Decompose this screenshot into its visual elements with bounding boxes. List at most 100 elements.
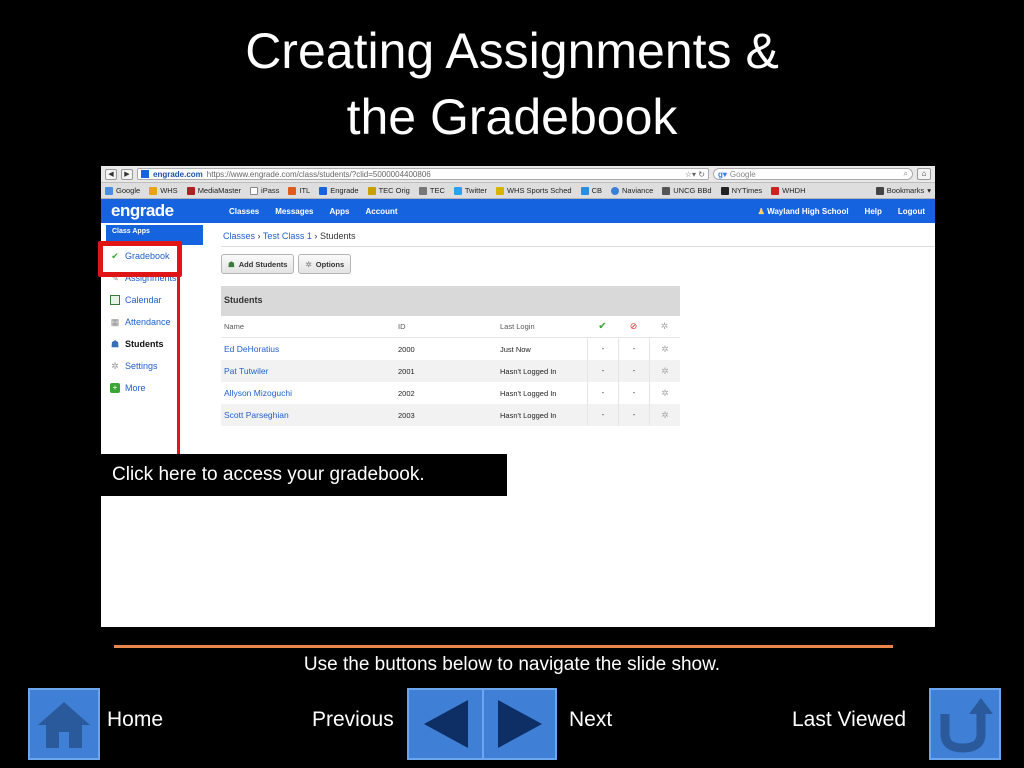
bookmark-item[interactable]: TEC — [418, 186, 445, 195]
engrade-header-right: ♟ Wayland High School Help Logout — [758, 207, 935, 216]
nav-messages[interactable]: Messages — [275, 207, 313, 216]
student-name-link[interactable]: Allyson Mizoguchi — [221, 388, 395, 398]
bookmarks-bar: Google WHS MediaMaster iPass ITL Engrade… — [101, 183, 935, 199]
row-gear-icon[interactable]: ✲ — [649, 382, 680, 404]
help-link[interactable]: Help — [865, 207, 882, 216]
breadcrumb-classes[interactable]: Classes — [223, 231, 255, 241]
gradebook-callout: Click here to access your gradebook. — [101, 454, 507, 496]
gear-icon: ✲ — [660, 321, 669, 331]
bookmark-icon — [771, 186, 780, 195]
bookmark-icon — [495, 186, 504, 195]
bookmarks-menu[interactable]: Bookmarks ▾ — [875, 186, 931, 195]
table-row: Ed DeHoratius 2000 Just Now - - ✲ — [221, 338, 680, 360]
bookmark-item[interactable]: WHS Sports Sched — [495, 186, 572, 195]
search-placeholder: Google — [729, 169, 756, 179]
engrade-logo[interactable]: engrade — [101, 201, 211, 221]
sidebar-item-students[interactable]: ☗ Students — [101, 333, 205, 355]
back-button[interactable]: ◀ — [105, 168, 117, 180]
row-gear-icon[interactable]: ✲ — [649, 338, 680, 360]
last-login: Hasn't Logged In — [500, 388, 557, 398]
breadcrumb: Classes › Test Class 1 › Students — [221, 225, 935, 247]
col-name[interactable]: Name — [221, 322, 395, 331]
engrade-nav: Classes Messages Apps Account — [211, 207, 398, 216]
bookmark-item[interactable]: Twitter — [453, 186, 487, 195]
student-name-link[interactable]: Scott Parseghian — [221, 410, 395, 420]
bookmark-item[interactable]: UNCG BBd — [662, 186, 712, 195]
bookmark-icon — [610, 186, 619, 195]
bookmark-icon — [186, 186, 195, 195]
bookmark-item[interactable]: WHDH — [771, 186, 806, 195]
col-last-login[interactable]: Last Login — [497, 322, 587, 331]
bookmark-item[interactable]: WHS — [149, 186, 178, 195]
status-b: - — [618, 382, 649, 404]
toolbar: ☗ Add Students ✲ Options — [221, 254, 935, 274]
previous-button[interactable] — [409, 690, 482, 758]
last-login: Just Now — [500, 344, 531, 354]
status-b: - — [618, 338, 649, 360]
bookmark-item[interactable]: iPass — [250, 186, 279, 195]
bookmark-icon — [662, 186, 671, 195]
magnifier-icon[interactable]: ⌕ — [904, 169, 908, 179]
student-name-link[interactable]: Ed DeHoratius — [221, 344, 395, 354]
sidebar-item-label: Attendance — [125, 317, 171, 327]
bookmark-item[interactable]: Naviance — [610, 186, 653, 195]
check-icon: ✔ — [598, 321, 607, 332]
add-user-icon: ☗ — [228, 259, 235, 269]
previous-label[interactable]: Previous — [312, 706, 394, 734]
home-label[interactable]: Home — [107, 706, 163, 734]
bookmark-item[interactable]: Engrade — [319, 186, 359, 195]
student-name-link[interactable]: Pat Tutwiler — [221, 366, 395, 376]
school-icon: ♟ — [757, 206, 765, 216]
student-id: 2002 — [398, 388, 415, 398]
bookmark-item[interactable]: ITL — [288, 186, 310, 195]
table-title: Students — [221, 286, 680, 316]
status-a: - — [587, 382, 618, 404]
search-input[interactable]: g▾ Google ⌕ — [713, 168, 913, 180]
col-id[interactable]: ID — [395, 322, 497, 331]
options-button[interactable]: ✲ Options — [298, 254, 352, 274]
browser-home-icon[interactable]: ⌂ — [917, 168, 931, 180]
gear-icon: ✲ — [305, 259, 312, 269]
bookmark-icon — [418, 186, 427, 195]
add-students-button[interactable]: ☗ Add Students — [221, 254, 295, 274]
table-row: Allyson Mizoguchi 2002 Hasn't Logged In … — [221, 382, 680, 404]
bookmark-item[interactable]: Google — [105, 186, 140, 195]
nav-apps[interactable]: Apps — [330, 207, 350, 216]
bookmark-icon — [580, 186, 589, 195]
site-favicon-icon — [141, 170, 149, 178]
nav-account[interactable]: Account — [366, 207, 398, 216]
sidebar-item-attendance[interactable]: ▦ Attendance — [101, 311, 205, 333]
home-button[interactable] — [28, 688, 100, 760]
last-viewed-button[interactable] — [929, 688, 1001, 760]
sidebar-item-label: Calendar — [125, 295, 162, 305]
left-arrow-icon — [423, 700, 468, 748]
logout-link[interactable]: Logout — [898, 207, 925, 216]
sidebar-item-calendar[interactable]: Calendar — [101, 289, 205, 311]
breadcrumb-current: Students — [319, 231, 356, 241]
bookmark-item[interactable]: CB — [580, 186, 602, 195]
next-label[interactable]: Next — [569, 706, 612, 734]
slide-title-line2: the Gradebook — [346, 89, 678, 145]
status-b: - — [618, 360, 649, 382]
calendar-icon — [110, 295, 120, 305]
bookmark-icon — [720, 186, 729, 195]
browser-url-bar: ◀ ▶ engrade.com https://www.engrade.com/… — [101, 166, 935, 183]
nav-classes[interactable]: Classes — [229, 207, 259, 216]
bookmark-item[interactable]: MediaMaster — [186, 186, 241, 195]
school-link[interactable]: ♟ Wayland High School — [758, 207, 849, 216]
bookmark-item[interactable]: NYTimes — [720, 186, 762, 195]
forward-button[interactable]: ▶ — [121, 168, 133, 180]
last-viewed-label[interactable]: Last Viewed — [792, 706, 906, 734]
row-gear-icon[interactable]: ✲ — [649, 360, 680, 382]
bookmark-star-icon[interactable]: ☆▾ ↻ — [685, 170, 705, 179]
slide-title: Creating Assignments & the Gradebook — [0, 18, 1024, 150]
next-button[interactable] — [482, 690, 555, 758]
address-field[interactable]: engrade.com https://www.engrade.com/clas… — [137, 168, 709, 180]
sidebar-item-more[interactable]: + More — [101, 377, 205, 399]
row-gear-icon[interactable]: ✲ — [649, 404, 680, 426]
sidebar-item-settings[interactable]: ✲ Settings — [101, 355, 205, 377]
bookmark-item[interactable]: TEC Orig — [367, 186, 410, 195]
table-header: Name ID Last Login ✔ ⊘ ✲ — [221, 316, 680, 338]
breadcrumb-class[interactable]: Test Class 1 — [263, 231, 312, 241]
students-panel: Classes › Test Class 1 › Students ☗ Add … — [221, 225, 935, 426]
